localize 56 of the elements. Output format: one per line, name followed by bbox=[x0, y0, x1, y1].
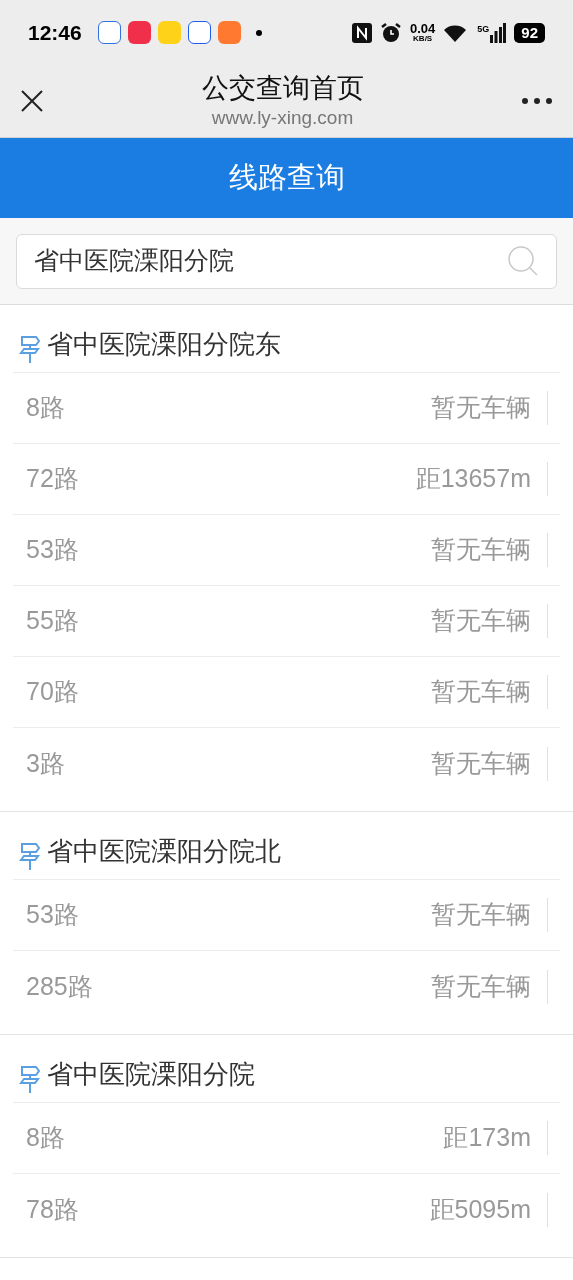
page-url: www.ly-xing.com bbox=[211, 106, 354, 130]
bus-status: 暂无车辆 bbox=[431, 747, 531, 779]
route-row[interactable]: 78路 距5095m bbox=[13, 1174, 560, 1245]
speed-unit: KB/S bbox=[413, 35, 433, 43]
app-icon bbox=[97, 21, 121, 44]
bus-status: 暂无车辆 bbox=[431, 605, 531, 637]
search-icon bbox=[507, 246, 539, 276]
battery-indicator: 92 bbox=[514, 22, 545, 43]
network-speed: 0.04 bbox=[410, 22, 436, 35]
more-icon bbox=[522, 98, 552, 104]
route-row[interactable]: 70路 暂无车辆 bbox=[13, 657, 560, 728]
clock: 12:46 bbox=[28, 19, 82, 46]
route-name: 285路 bbox=[26, 970, 93, 1002]
network-type: 5G bbox=[477, 22, 490, 36]
route-name: 53路 bbox=[26, 534, 79, 566]
route-row[interactable]: 55路 暂无车辆 bbox=[13, 586, 560, 657]
signpost-icon bbox=[19, 841, 41, 871]
bus-status: 暂无车辆 bbox=[431, 676, 531, 708]
bus-status: 距13657m bbox=[415, 463, 531, 495]
bus-status: 暂无车辆 bbox=[431, 899, 531, 931]
signal-icon bbox=[490, 22, 507, 43]
nfc-icon bbox=[352, 22, 372, 43]
app-icon bbox=[187, 21, 211, 44]
signpost-icon bbox=[19, 1064, 41, 1094]
route-name: 70路 bbox=[26, 676, 79, 708]
app-icon bbox=[217, 21, 241, 44]
bus-status: 暂无车辆 bbox=[431, 534, 531, 566]
route-row[interactable]: 72路 距13657m bbox=[13, 444, 560, 515]
route-name: 8路 bbox=[26, 392, 65, 424]
alarm-icon bbox=[380, 21, 402, 44]
route-name: 72路 bbox=[26, 463, 79, 495]
route-row[interactable]: 53路 暂无车辆 bbox=[13, 515, 560, 586]
stop-name: 省中医院溧阳分院北 bbox=[47, 835, 281, 868]
app-icon bbox=[157, 21, 181, 44]
route-name: 8路 bbox=[26, 1122, 65, 1154]
route-name: 53路 bbox=[26, 899, 79, 931]
route-row[interactable]: 53路 暂无车辆 bbox=[13, 880, 560, 951]
stop-name: 省中医院溧阳分院东 bbox=[47, 328, 281, 361]
close-icon bbox=[20, 89, 44, 113]
section-banner: 线路查询 bbox=[0, 138, 573, 218]
route-name: 78路 bbox=[26, 1193, 79, 1225]
route-name: 55路 bbox=[26, 605, 79, 637]
page-title: 公交查询首页 bbox=[201, 72, 364, 106]
route-row[interactable]: 285路 暂无车辆 bbox=[13, 951, 560, 1022]
route-name: 3路 bbox=[26, 747, 65, 779]
app-icon bbox=[127, 21, 151, 44]
search-field[interactable]: 省中医院溧阳分院 bbox=[16, 233, 557, 289]
bus-status: 暂无车辆 bbox=[431, 392, 531, 424]
bus-status: 暂无车辆 bbox=[431, 970, 531, 1002]
route-row[interactable]: 3路 暂无车辆 bbox=[13, 728, 560, 799]
bus-status: 距173m bbox=[443, 1122, 531, 1154]
route-row[interactable]: 8路 暂无车辆 bbox=[13, 373, 560, 444]
bus-status: 距5095m bbox=[429, 1193, 531, 1225]
route-row[interactable]: 8路 距173m bbox=[13, 1103, 560, 1174]
stop-name: 省中医院溧阳分院 bbox=[47, 1058, 255, 1091]
signpost-icon bbox=[19, 334, 41, 364]
